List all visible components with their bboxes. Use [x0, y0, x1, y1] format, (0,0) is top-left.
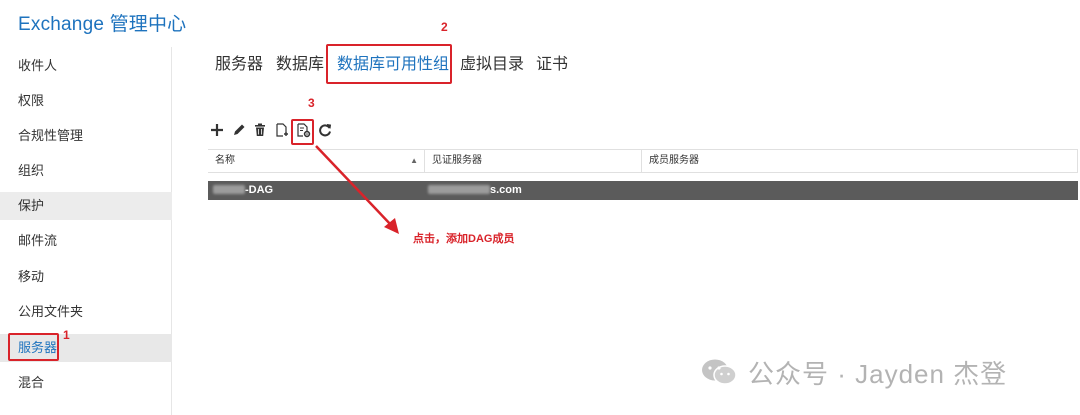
table-row[interactable]: -DAG s.com	[208, 181, 1078, 200]
annotation-step-3: 3	[308, 96, 315, 110]
annotation-step-2: 2	[441, 20, 448, 34]
manage-dag-membership-icon[interactable]	[294, 120, 312, 140]
sidebar-item-servers[interactable]: 服务器	[0, 334, 172, 362]
sidebar-item-hybrid[interactable]: 混合	[0, 369, 172, 397]
tab-servers[interactable]: 服务器	[215, 53, 263, 77]
edit-icon[interactable]	[230, 120, 248, 140]
sidebar-item-mobile[interactable]: 移动	[0, 263, 172, 291]
dag-name-suffix: -DAG	[245, 184, 274, 196]
annotation-step-1: 1	[63, 328, 70, 342]
tab-virtual-directories[interactable]: 虚拟目录	[460, 53, 524, 77]
column-header-members-label: 成员服务器	[649, 155, 699, 166]
sidebar-item-compliance[interactable]: 合规性管理	[0, 122, 172, 150]
refresh-icon[interactable]	[316, 120, 334, 140]
redacted-text	[213, 185, 245, 194]
sidebar-nav: 收件人 权限 合规性管理 组织 保护 邮件流 移动 公用文件夹 服务器 混合	[0, 47, 172, 415]
app-title: Exchange 管理中心	[18, 14, 187, 35]
sort-ascending-icon: ▲	[410, 156, 418, 165]
watermark-text: 公众号 · Jayden 杰登	[748, 358, 1008, 389]
grid-header: 名称 ▲ 见证服务器 成员服务器	[208, 149, 1078, 173]
details-icon[interactable]	[273, 120, 291, 140]
watermark: 公众号 · Jayden 杰登	[700, 354, 1007, 390]
column-header-name-label: 名称	[215, 155, 235, 166]
delete-icon[interactable]	[251, 120, 269, 140]
witness-server-suffix: s.com	[490, 184, 522, 196]
cell-dag-name: -DAG	[213, 181, 273, 200]
tab-databases[interactable]: 数据库	[276, 53, 324, 77]
sidebar-item-recipients[interactable]: 收件人	[0, 52, 172, 80]
column-header-name[interactable]: 名称 ▲	[208, 150, 425, 172]
sidebar-item-organization[interactable]: 组织	[0, 157, 172, 185]
sidebar-item-mail-flow[interactable]: 邮件流	[0, 227, 172, 255]
sidebar-item-protection[interactable]: 保护	[0, 192, 172, 220]
annotation-callout: 点击，添加DAG成员	[413, 233, 515, 245]
tab-database-availability-groups[interactable]: 数据库可用性组	[337, 53, 449, 77]
sidebar-item-permissions[interactable]: 权限	[0, 87, 172, 115]
column-header-witness-label: 见证服务器	[432, 155, 482, 166]
redacted-text	[428, 185, 490, 194]
cell-witness-server: s.com	[428, 181, 522, 200]
sidebar-item-public-folders[interactable]: 公用文件夹	[0, 298, 172, 326]
wechat-icon	[702, 359, 737, 385]
tab-certificates[interactable]: 证书	[536, 53, 568, 77]
add-icon[interactable]	[208, 120, 226, 140]
column-header-member-servers[interactable]: 成员服务器	[642, 150, 1078, 172]
column-header-witness-server[interactable]: 见证服务器	[425, 150, 642, 172]
